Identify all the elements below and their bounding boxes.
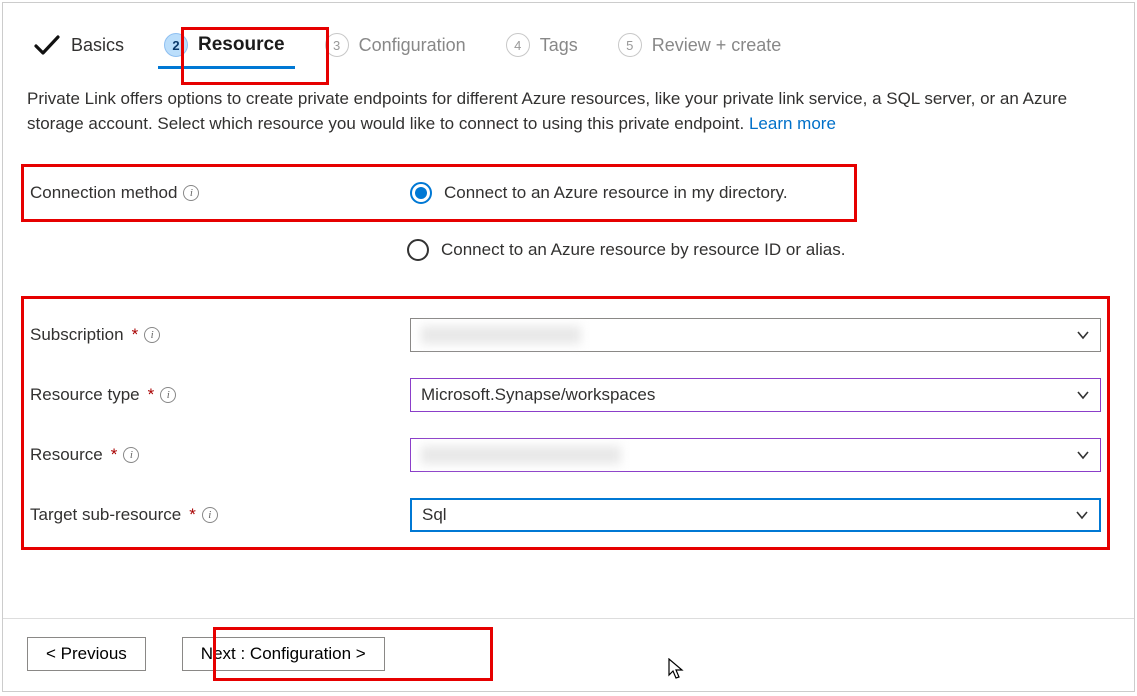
tab-tags-label: Tags [540,35,578,56]
tab-configuration[interactable]: 3 Configuration [319,27,476,67]
wizard-panel: Basics 2 Resource 3 Configuration 4 Tags… [2,2,1135,692]
next-button[interactable]: Next : Configuration > [182,637,385,671]
required-asterisk: * [132,325,139,345]
radio-connect-directory[interactable]: Connect to an Azure resource in my direc… [410,182,788,204]
resource-label: Resource * i [30,445,410,465]
radio-resourceid-label: Connect to an Azure resource by resource… [441,240,845,260]
target-sub-resource-value: Sql [422,505,447,525]
resource-value-redacted [421,446,621,464]
radio-selected-icon [410,182,432,204]
tab-tags[interactable]: 4 Tags [500,27,588,67]
subscription-label: Subscription * i [30,325,410,345]
required-asterisk: * [189,505,196,525]
target-sub-resource-dropdown[interactable]: Sql [410,498,1101,532]
cursor-icon [668,658,686,685]
tab-basics[interactable]: Basics [27,28,134,66]
learn-more-link[interactable]: Learn more [749,114,836,133]
description-paragraph: Private Link offers options to create pr… [27,87,1110,136]
tab-resource[interactable]: 2 Resource [158,27,295,67]
resource-type-label: Resource type * i [30,385,410,405]
target-sub-resource-label: Target sub-resource * i [30,505,410,525]
tab-configuration-label: Configuration [359,35,466,56]
previous-button[interactable]: < Previous [27,637,146,671]
step-number-badge: 3 [325,33,349,57]
content-area: Basics 2 Resource 3 Configuration 4 Tags… [3,3,1134,618]
chevron-down-icon [1076,448,1090,462]
resource-type-value: Microsoft.Synapse/workspaces [421,385,655,405]
subscription-dropdown[interactable] [410,318,1101,352]
connection-method-label: Connection method i [30,183,410,203]
radio-connect-resource-id[interactable]: Connect to an Azure resource by resource… [407,239,845,261]
info-icon[interactable]: i [160,387,176,403]
info-icon[interactable]: i [144,327,160,343]
chevron-down-icon [1076,328,1090,342]
info-icon[interactable]: i [123,447,139,463]
tab-resource-label: Resource [198,34,285,56]
wizard-footer: < Previous Next : Configuration > [3,618,1134,691]
wizard-tabs: Basics 2 Resource 3 Configuration 4 Tags… [27,27,1110,67]
step-number-badge: 2 [164,33,188,57]
radio-unselected-icon [407,239,429,261]
tab-basics-label: Basics [71,35,124,56]
highlight-box-fields: Subscription * i Resource type * i [21,296,1110,550]
required-asterisk: * [111,445,118,465]
tab-review[interactable]: 5 Review + create [612,27,792,67]
description-text: Private Link offers options to create pr… [27,89,1067,133]
info-icon[interactable]: i [183,185,199,201]
chevron-down-icon [1075,508,1089,522]
step-number-badge: 5 [618,33,642,57]
highlight-box-connection-method: Connection method i Connect to an Azure … [21,164,857,222]
info-icon[interactable]: i [202,507,218,523]
step-number-badge: 4 [506,33,530,57]
checkmark-icon [33,34,61,56]
tab-review-label: Review + create [652,35,782,56]
chevron-down-icon [1076,388,1090,402]
resource-type-dropdown[interactable]: Microsoft.Synapse/workspaces [410,378,1101,412]
required-asterisk: * [148,385,155,405]
subscription-value-redacted [421,326,581,344]
radio-directory-label: Connect to an Azure resource in my direc… [444,183,788,203]
resource-dropdown[interactable] [410,438,1101,472]
